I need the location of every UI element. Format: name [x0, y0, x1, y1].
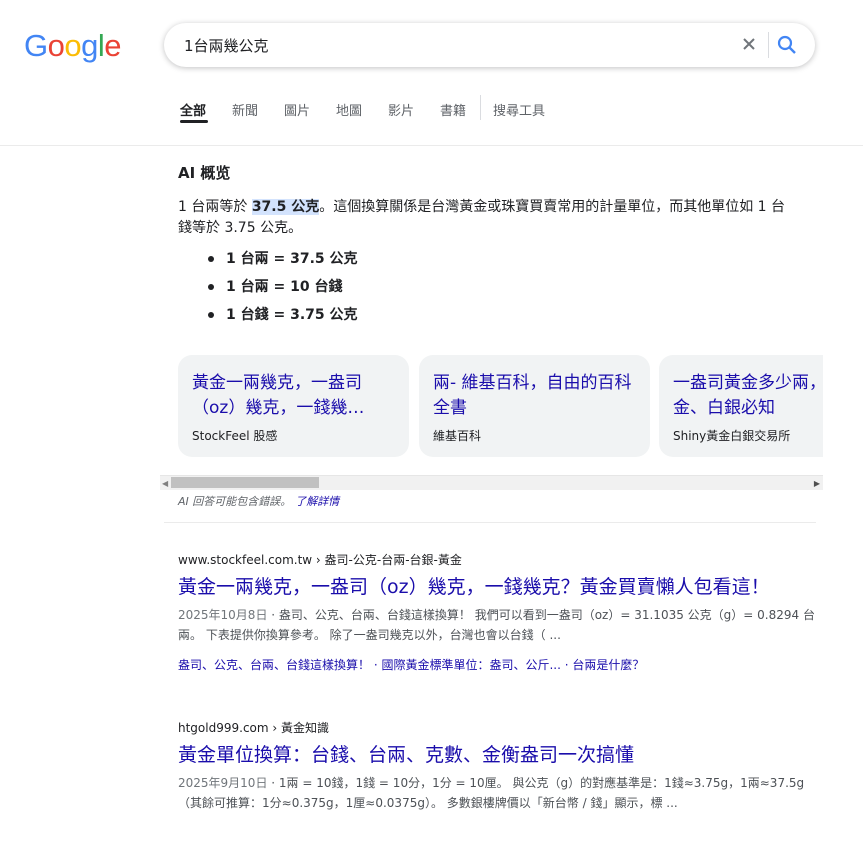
ai-overview-text: 1 台兩等於 37.5 公克。這個換算關係是台灣黃金或珠寶買賣常用的計量單位，而… — [178, 197, 798, 239]
section-divider — [164, 522, 816, 523]
result-snippet-text: · 盎司、公克、台兩、台錢這樣換算！ 我們可以看到一盎司（oz）= 31.103… — [178, 608, 815, 642]
search-box[interactable]: 1台兩幾公克 — [164, 23, 815, 67]
tab-videos[interactable]: 影片 — [388, 100, 414, 119]
tab-books[interactable]: 書籍 — [440, 100, 466, 119]
result-date: 2025年9月10日 — [178, 776, 268, 790]
result-title[interactable]: 黃金單位換算：台錢、台兩、克數、金衡盎司一次搞懂 — [178, 742, 818, 768]
ai-text-pre: 1 台兩等於 — [178, 199, 252, 215]
search-result: www.stockfeel.com.tw › 盎司-公克-台兩-台銀-黃金 黃金… — [178, 551, 818, 673]
logo-letter: e — [104, 28, 122, 63]
learn-more-link[interactable]: 了解詳情 — [295, 495, 339, 508]
logo-letter: o — [64, 28, 82, 63]
ai-text-highlight: 37.5 公克 — [251, 199, 320, 215]
ai-overview-list: 1 台兩 = 37.5 公克 1 台兩 = 10 台錢 1 台錢 = 3.75 … — [208, 249, 358, 333]
source-card[interactable]: 一盎司黃金多少兩，買黃金、白銀必知 Shiny黃金白銀交易所 — [659, 355, 823, 457]
tabs-divider — [480, 95, 481, 120]
ai-overview-title: AI 概览 — [178, 164, 231, 182]
source-card-site: StockFeel 股感 — [192, 429, 278, 443]
source-card-title[interactable]: 一盎司黃金多少兩，買黃金、白銀必知 — [673, 371, 823, 421]
list-item: 1 台兩 = 10 台錢 — [208, 277, 358, 305]
source-card-title[interactable]: 兩- 維基百科，自由的百科全書 — [433, 371, 643, 421]
horizontal-scrollbar[interactable]: ◀ ▶ — [160, 475, 823, 490]
search-divider — [768, 32, 769, 58]
search-result: htgold999.com › 黃金知識 黃金單位換算：台錢、台兩、克數、金衡盎… — [178, 719, 818, 813]
result-sitelinks[interactable]: 盎司、公克、台兩、台錢這樣換算！ · 國際黃金標準單位：盎司、公斤... · 台… — [178, 656, 818, 673]
result-title[interactable]: 黃金一兩幾克，一盎司（oz）幾克，一錢幾克？黃金買賣懶人包看這！ — [178, 574, 818, 600]
logo-letter: g — [81, 28, 98, 63]
source-card[interactable]: 黃金一兩幾克，一盎司（oz）幾克，一錢幾… StockFeel 股感 — [178, 355, 409, 457]
result-url[interactable]: htgold999.com › 黃金知識 — [178, 719, 818, 737]
header-divider — [0, 145, 863, 146]
source-card-site: Shiny黃金白銀交易所 — [673, 429, 791, 443]
list-item: 1 台兩 = 37.5 公克 — [208, 249, 358, 277]
result-url[interactable]: www.stockfeel.com.tw › 盎司-公克-台兩-台銀-黃金 — [178, 551, 818, 569]
tab-active-indicator — [180, 120, 208, 123]
result-snippet: 2025年9月10日 · 1兩 = 10錢，1錢 = 10分，1分 = 10厘。… — [178, 773, 818, 813]
search-icon[interactable] — [777, 35, 797, 55]
tab-search-tools[interactable]: 搜尋工具 — [493, 100, 545, 119]
tab-news[interactable]: 新聞 — [232, 100, 258, 119]
source-card-site: 維基百科 — [433, 429, 482, 443]
source-card-title[interactable]: 黃金一兩幾克，一盎司（oz）幾克，一錢幾… — [192, 371, 402, 421]
ai-disclaimer: AI 回答可能包含錯誤。 了解詳情 — [178, 493, 339, 509]
logo-letter: o — [47, 28, 65, 63]
logo-letter: G — [24, 28, 48, 63]
search-input[interactable]: 1台兩幾公克 — [184, 35, 269, 56]
tab-all[interactable]: 全部 — [180, 100, 206, 119]
result-snippet-text: · 1兩 = 10錢，1錢 = 10分，1分 = 10厘。 與公克（g）的對應基… — [178, 776, 805, 810]
scroll-left-icon[interactable]: ◀ — [162, 479, 168, 488]
close-icon[interactable] — [739, 34, 759, 54]
scroll-right-icon[interactable]: ▶ — [814, 479, 820, 488]
list-item: 1 台錢 = 3.75 公克 — [208, 305, 358, 333]
ai-source-cards: 黃金一兩幾克，一盎司（oz）幾克，一錢幾… StockFeel 股感 兩- 維基… — [178, 355, 823, 459]
google-logo[interactable]: Google — [24, 28, 122, 64]
tab-maps[interactable]: 地圖 — [336, 100, 362, 119]
result-date: 2025年10月8日 — [178, 608, 268, 622]
source-card[interactable]: 兩- 維基百科，自由的百科全書 維基百科 — [419, 355, 650, 457]
ai-disclaimer-text: AI 回答可能包含錯誤。 — [178, 495, 292, 508]
result-snippet: 2025年10月8日 · 盎司、公克、台兩、台錢這樣換算！ 我們可以看到一盎司（… — [178, 605, 818, 645]
scrollbar-thumb[interactable] — [171, 477, 319, 488]
tab-images[interactable]: 圖片 — [284, 100, 310, 119]
